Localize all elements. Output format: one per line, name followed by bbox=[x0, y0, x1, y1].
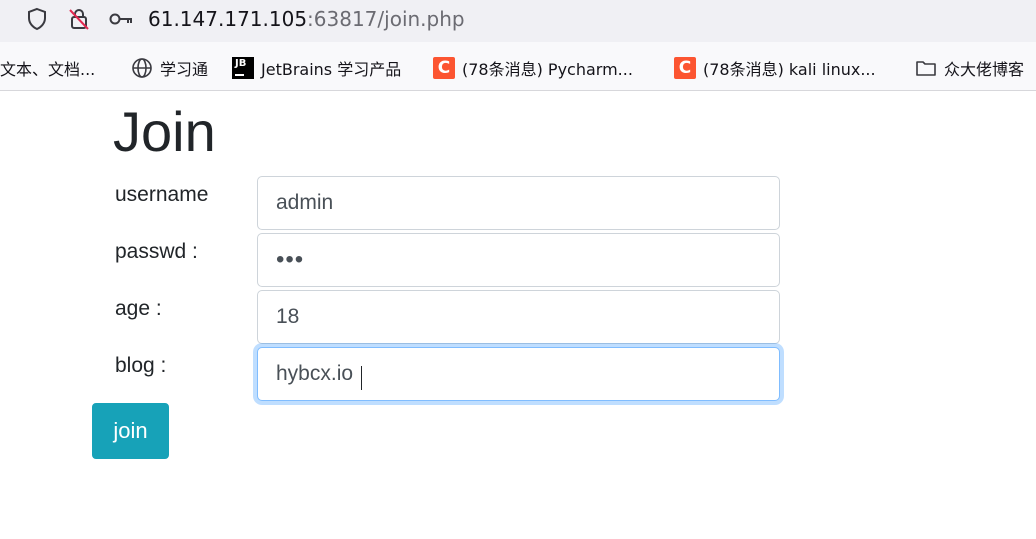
folder-icon bbox=[915, 57, 937, 79]
bookmark-item[interactable]: 学习通 bbox=[131, 57, 208, 79]
bookmark-item[interactable]: 文本、文档... bbox=[0, 57, 95, 79]
jetbrains-icon-text: JB bbox=[235, 58, 247, 69]
csdn-icon: C bbox=[433, 57, 455, 79]
url-path: :63817/join.php bbox=[307, 7, 465, 31]
bookmark-label: 文本、文档... bbox=[0, 60, 96, 79]
globe-icon bbox=[131, 57, 153, 79]
bookmark-label: 众大佬博客 bbox=[944, 60, 1025, 79]
username-input[interactable] bbox=[257, 176, 780, 230]
key-icon[interactable] bbox=[108, 6, 134, 32]
password-input[interactable] bbox=[257, 233, 780, 287]
page-title: Join bbox=[113, 100, 216, 163]
address-bar[interactable]: 61.147.171.105:63817/join.php bbox=[0, 0, 1036, 42]
url-text[interactable]: 61.147.171.105:63817/join.php bbox=[148, 7, 465, 31]
username-label: username bbox=[115, 183, 209, 206]
bookmark-label: 学习通 bbox=[160, 60, 209, 79]
bookmark-item[interactable]: JB JetBrains 学习产品 bbox=[232, 57, 401, 79]
bookmark-folder[interactable]: 众大佬博客 bbox=[915, 57, 1024, 79]
blog-label: blog : bbox=[115, 354, 167, 377]
age-label: age : bbox=[115, 297, 162, 320]
blocked-permission-icon[interactable] bbox=[66, 6, 92, 32]
bookmarks-toolbar: 文本、文档... 学习通 JB JetBrains 学习产品 C (78条消息)… bbox=[0, 42, 1036, 91]
bookmark-item[interactable]: C (78条消息) kali linux... bbox=[674, 57, 876, 79]
shield-icon[interactable] bbox=[24, 6, 50, 32]
join-button[interactable]: join bbox=[92, 403, 169, 459]
bookmark-item[interactable]: C (78条消息) Pycharm... bbox=[433, 57, 633, 79]
jetbrains-icon: JB bbox=[232, 57, 254, 79]
bookmark-label: JetBrains 学习产品 bbox=[261, 60, 402, 79]
passwd-label: passwd : bbox=[115, 240, 198, 263]
age-input[interactable] bbox=[257, 290, 780, 344]
bookmark-label: (78条消息) Pycharm... bbox=[462, 60, 633, 79]
text-caret bbox=[361, 366, 362, 390]
url-host: 61.147.171.105 bbox=[148, 7, 308, 31]
csdn-icon: C bbox=[674, 57, 696, 79]
blog-input[interactable] bbox=[257, 347, 780, 401]
bookmark-label: (78条消息) kali linux... bbox=[703, 60, 876, 79]
